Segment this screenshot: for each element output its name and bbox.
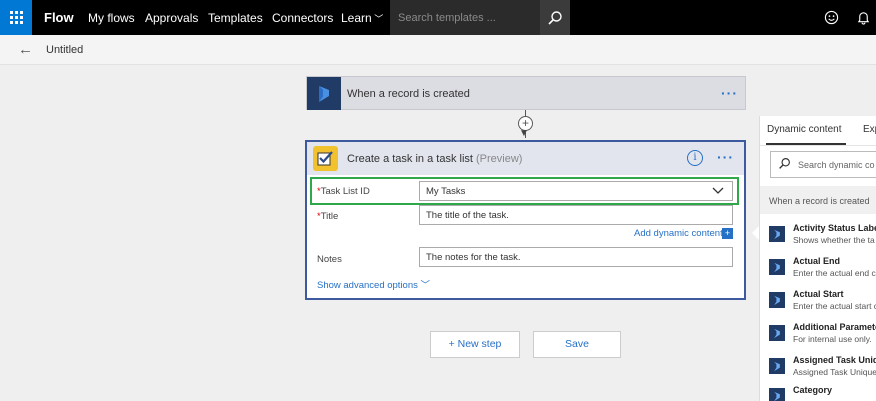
top-navigation-bar: Flow My flows Approvals Templates Connec… [0, 0, 876, 35]
action-title-text: Create a task in a task list [347, 153, 473, 165]
task-list-dropdown[interactable]: My Tasks [419, 181, 733, 201]
template-search [390, 0, 540, 35]
section-title: When a record is created [769, 196, 870, 206]
dynamic-item-description: Shows whether the ta [793, 235, 875, 245]
dynamic-item-actual-start[interactable]: Actual Start Enter the actual start c [760, 286, 876, 319]
panel-pointer [752, 226, 759, 240]
dynamic-item-category[interactable]: Category [760, 382, 876, 401]
preview-tag: (Preview) [476, 153, 523, 165]
notes-label: Notes [317, 254, 342, 265]
trigger-more-options-icon[interactable]: ··· [721, 85, 738, 101]
task-list-label: *Task List ID [317, 186, 370, 197]
add-dynamic-content-link[interactable]: Add dynamic content [634, 228, 723, 239]
dynamic-item-title: Additional Paramete [793, 322, 876, 332]
title-input[interactable]: The title of the task. [419, 205, 733, 225]
dynamic-content-panel: Dynamic content Exp Search dynamic co Wh… [759, 116, 876, 401]
dynamic-item-title: Assigned Task Unique [793, 355, 876, 365]
nav-templates[interactable]: Templates [208, 11, 263, 25]
task-list-value: My Tasks [426, 186, 466, 197]
info-icon[interactable]: i [687, 150, 703, 166]
todo-app-icon [313, 146, 338, 171]
back-arrow-icon[interactable]: ← [18, 41, 33, 58]
dynamic-item-title: Actual End [793, 256, 841, 266]
flow-name: Untitled [46, 44, 84, 56]
dynamic-item-description: Assigned Task Unique [793, 367, 876, 377]
dynamic-search-placeholder: Search dynamic co [798, 160, 875, 170]
dynamics-365-icon [769, 226, 785, 242]
nav-connectors[interactable]: Connectors [272, 11, 333, 25]
notes-input[interactable]: The notes for the task. [419, 247, 733, 267]
search-icon [779, 158, 790, 169]
dynamic-item-assigned-task-unique[interactable]: Assigned Task Unique Assigned Task Uniqu… [760, 352, 876, 385]
dynamic-item-actual-end[interactable]: Actual End Enter the actual end c [760, 253, 876, 286]
section-header: When a record is created [760, 186, 876, 214]
show-advanced-text: Show advanced options [317, 280, 418, 291]
show-advanced-options-link[interactable]: Show advanced options ﹀ [317, 277, 430, 291]
nav-approvals[interactable]: Approvals [145, 11, 198, 25]
task-list-label-text: Task List ID [320, 186, 370, 197]
dynamics-365-logo-icon [307, 77, 341, 110]
dynamics-365-icon [769, 325, 785, 341]
nav-learn[interactable]: Learn ﹀ [341, 11, 383, 25]
trigger-title: When a record is created [347, 88, 470, 100]
panel-tabs: Dynamic content Exp [760, 116, 876, 146]
new-step-button[interactable]: + New step [430, 331, 520, 358]
connector-arrow-icon: ▼ [519, 128, 529, 139]
dynamic-item-title: Category [793, 385, 833, 395]
action-title: Create a task in a task list (Preview) [347, 153, 522, 165]
save-button[interactable]: Save [533, 331, 621, 358]
chevron-down-icon: ﹀ [420, 280, 431, 291]
dynamic-search-field[interactable]: Search dynamic co [770, 151, 876, 178]
trigger-card[interactable]: When a record is created ··· [306, 76, 746, 110]
action-card: Create a task in a task list (Preview) i… [305, 140, 746, 300]
notifications-button[interactable] [848, 0, 876, 35]
waffle-icon [9, 11, 23, 24]
feedback-button[interactable] [816, 0, 846, 35]
nav-my-flows[interactable]: My flows [88, 11, 135, 25]
dynamics-365-icon [769, 358, 785, 374]
active-tab-indicator [766, 143, 846, 145]
search-input[interactable] [390, 0, 540, 35]
chevron-down-icon: ﹀ [371, 14, 384, 24]
dynamic-item-description: Enter the actual start c [793, 301, 876, 311]
action-header[interactable]: Create a task in a task list (Preview) i… [307, 142, 744, 175]
title-label-text: Title [320, 211, 339, 222]
dynamics-365-icon [769, 292, 785, 308]
flow-subheader: ← Untitled [0, 35, 876, 65]
nav-learn-label: Learn [341, 11, 372, 25]
search-button[interactable] [540, 0, 570, 35]
chevron-down-icon [712, 184, 724, 198]
title-label: *Title [317, 211, 339, 222]
bell-icon [857, 12, 869, 25]
brand-link[interactable]: Flow [44, 10, 74, 25]
notes-input-text: The notes for the task. [426, 252, 521, 263]
tab-expression[interactable]: Exp [863, 124, 876, 135]
dynamic-item-activity-status-label[interactable]: Activity Status Label Shows whether the … [760, 220, 876, 253]
smiley-icon [824, 10, 838, 25]
dynamic-item-additional-parameters[interactable]: Additional Paramete For internal use onl… [760, 319, 876, 352]
action-more-options-icon[interactable]: ··· [717, 149, 734, 165]
dynamic-item-description: Enter the actual end c [793, 268, 876, 278]
dynamic-item-title: Activity Status Label [793, 223, 876, 233]
app-launcher-button[interactable] [0, 0, 32, 35]
dynamic-item-description: For internal use only. [793, 334, 872, 344]
dynamics-365-icon [769, 388, 785, 401]
dynamics-365-icon [769, 259, 785, 275]
dynamic-item-title: Actual Start [793, 289, 844, 299]
tab-dynamic-content[interactable]: Dynamic content [767, 124, 841, 135]
title-input-text: The title of the task. [426, 210, 509, 221]
add-dynamic-content-icon[interactable]: + [722, 228, 733, 239]
search-icon [548, 10, 562, 25]
